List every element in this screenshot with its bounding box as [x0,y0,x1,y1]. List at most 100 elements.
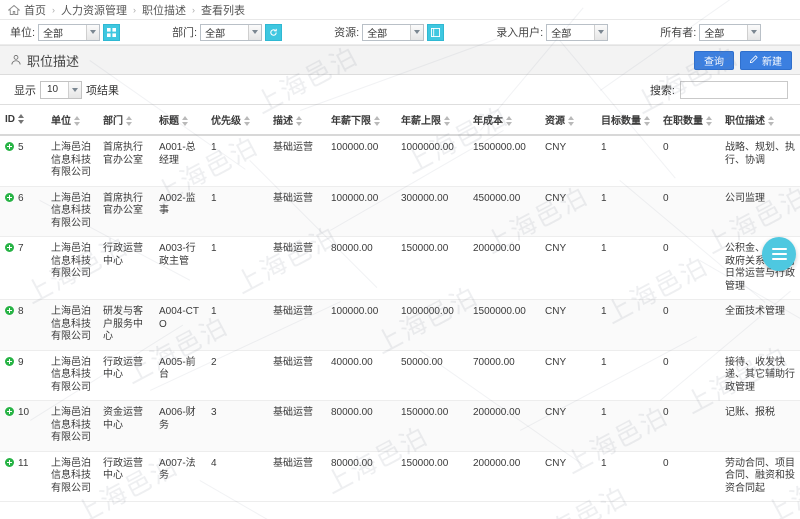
cell-cur: 0 [658,400,720,452]
cell-dept: 研发与客户服务中心 [98,299,154,351]
column-header-tgt[interactable]: 目标数量 [596,104,658,136]
column-header-title[interactable]: 标题 [154,104,206,136]
filter-resource-value: 全部 [367,28,388,40]
table-row[interactable]: 10 上海邑泊信息科技有限公司 资金运营中心 A006-财务 3 基础运营 80000.00… [0,400,800,452]
column-header-cur[interactable]: 在职数量 [658,104,720,136]
chevron-down-icon [86,24,100,40]
panel-actions: 查询 新建 [694,50,792,70]
filter-department-refresh-button[interactable] [265,23,283,41]
sort-arrows-icon [568,116,575,127]
filter-resource-picker-button[interactable] [427,23,445,41]
breadcrumb-item-hr[interactable]: 人力资源管理 [61,2,127,18]
table-header: ID 单位 部门 标题 优先级 描述 年薪下限 年薪上限 年成本 资源 目标数量 在职数量 职位描述 [0,104,800,136]
cell-low: 100000.00 [326,186,396,237]
column-header-id[interactable]: ID [0,104,46,136]
expand-row-icon[interactable] [5,356,14,366]
breadcrumb-item-job-description[interactable]: 职位描述 [142,2,186,18]
expand-row-icon[interactable] [5,243,14,252]
query-button-label: 查询 [704,56,724,68]
column-header-prio[interactable]: 优先级 [206,104,268,136]
job-description-table: ID 单位 部门 标题 优先级 描述 年薪下限 年薪上限 年成本 资源 目标数量 在职数量 职位描述 5… [0,104,800,502]
expand-row-icon[interactable] [5,192,14,202]
sort-arrows-icon [768,116,775,127]
cell-res: CNY [540,350,596,401]
cell-jd: 全面技术管理 [720,299,800,351]
column-header-high[interactable]: 年薪上限 [396,104,468,136]
cell-id-value: 10 [18,407,30,418]
cell-desc: 基础运营 [268,236,326,300]
sort-arrows-icon [18,114,25,125]
column-header-label: 资源 [545,116,565,127]
table-row[interactable]: 11 上海邑泊信息科技有限公司 行政运营中心 A007-法务 4 基础运营 80000.00… [0,451,800,502]
filter-department: 部门: 全部 [172,23,283,41]
table-body: 5 上海邑泊信息科技有限公司 首席执行官办公室 A001-总经理 1 基础运营 100000… [0,135,800,502]
filter-unit-value: 全部 [43,28,64,40]
cell-unit: 上海邑泊信息科技有限公司 [46,186,98,237]
filter-owner-label: 所有者: [660,27,697,39]
column-header-desc[interactable]: 描述 [268,104,326,136]
filter-department-select[interactable]: 全部 [200,23,263,41]
page-length-select[interactable]: 10 [40,80,82,99]
query-button[interactable]: 查询 [694,50,734,70]
cell-id-value: 7 [18,243,24,254]
cell-id: 7 [0,236,46,300]
sort-arrows-icon [706,116,713,127]
breadcrumb-item-home[interactable]: 首页 [24,2,46,18]
table-row[interactable]: 5 上海邑泊信息科技有限公司 首席执行官办公室 A001-总经理 1 基础运营 100000… [0,135,800,187]
cell-unit: 上海邑泊信息科技有限公司 [46,400,98,452]
column-header-label: 标题 [159,116,179,127]
table-row[interactable]: 6 上海邑泊信息科技有限公司 首席执行官办公室 A002-监事 1 基础运营 100000.… [0,186,800,237]
table-row[interactable]: 9 上海邑泊信息科技有限公司 行政运营中心 A005-前台 2 基础运营 40000.00 5… [0,350,800,401]
cell-prio: 1 [206,186,268,237]
cell-prio: 1 [206,236,268,300]
breadcrumb-item-view-list[interactable]: 查看列表 [201,2,245,18]
table-row[interactable]: 8 上海邑泊信息科技有限公司 研发与客户服务中心 A004-CTO 1 基础运营 10000… [0,299,800,351]
cell-low: 80000.00 [326,400,396,452]
new-button[interactable]: 新建 [740,50,792,70]
filter-owner-select[interactable]: 全部 [699,23,762,41]
expand-row-icon[interactable] [5,142,14,151]
filter-department-value: 全部 [205,28,226,40]
column-header-unit[interactable]: 单位 [46,104,98,136]
cell-dept: 行政运营中心 [98,451,154,502]
cell-low: 80000.00 [326,236,396,300]
column-header-jd[interactable]: 职位描述 [720,104,800,136]
cell-dept: 行政运营中心 [98,236,154,300]
column-header-label: 优先级 [211,116,241,127]
column-header-label: ID [5,114,15,125]
cell-desc: 基础运营 [268,350,326,401]
show-label: 显示 [14,84,36,97]
search-label: 搜索: [649,84,675,97]
column-header-label: 在职数量 [663,116,703,127]
filter-resource-select[interactable]: 全部 [362,23,425,41]
filter-entry-user-select[interactable]: 全部 [546,23,609,41]
cell-desc: 基础运营 [268,299,326,351]
cell-jd: 公司监理 [720,186,800,237]
column-header-label: 描述 [273,116,293,127]
expand-row-icon[interactable] [5,306,14,315]
expand-row-icon[interactable] [5,407,14,416]
cell-jd: 战略、规划、执行、协调 [720,135,800,187]
column-header-label: 年薪上限 [401,116,441,127]
sort-arrows-icon [296,116,303,127]
chevron-down-icon [68,81,81,98]
filter-unit-select[interactable]: 全部 [38,23,101,41]
filter-bar: 单位: 全部 部门: 全部 资源: 全部 录入用户: 全部 所有者: 全部 [0,20,800,45]
table-row[interactable]: 7 上海邑泊信息科技有限公司 行政运营中心 A003-行政主管 1 基础运营 80000.0… [0,236,800,300]
column-header-cost[interactable]: 年成本 [468,104,540,136]
cell-dept: 资金运营中心 [98,400,154,452]
table-container: ID 单位 部门 标题 优先级 描述 年薪下限 年薪上限 年成本 资源 目标数量 在职数量 职位描述 5… [0,104,800,514]
cell-low: 40000.00 [326,350,396,401]
search-input[interactable] [680,80,788,99]
column-header-dept[interactable]: 部门 [98,104,154,136]
cell-id-value: 9 [18,356,24,368]
column-header-low[interactable]: 年薪下限 [326,104,396,136]
column-header-res[interactable]: 资源 [540,104,596,136]
filter-owner: 所有者: 全部 [660,23,762,41]
filter-unit-picker-button[interactable] [103,23,121,41]
results-label: 项结果 [86,84,119,97]
floating-menu-button[interactable] [762,237,796,271]
cell-cur: 0 [658,299,720,351]
column-header-label: 年薪下限 [331,116,371,127]
expand-row-icon[interactable] [5,457,14,467]
